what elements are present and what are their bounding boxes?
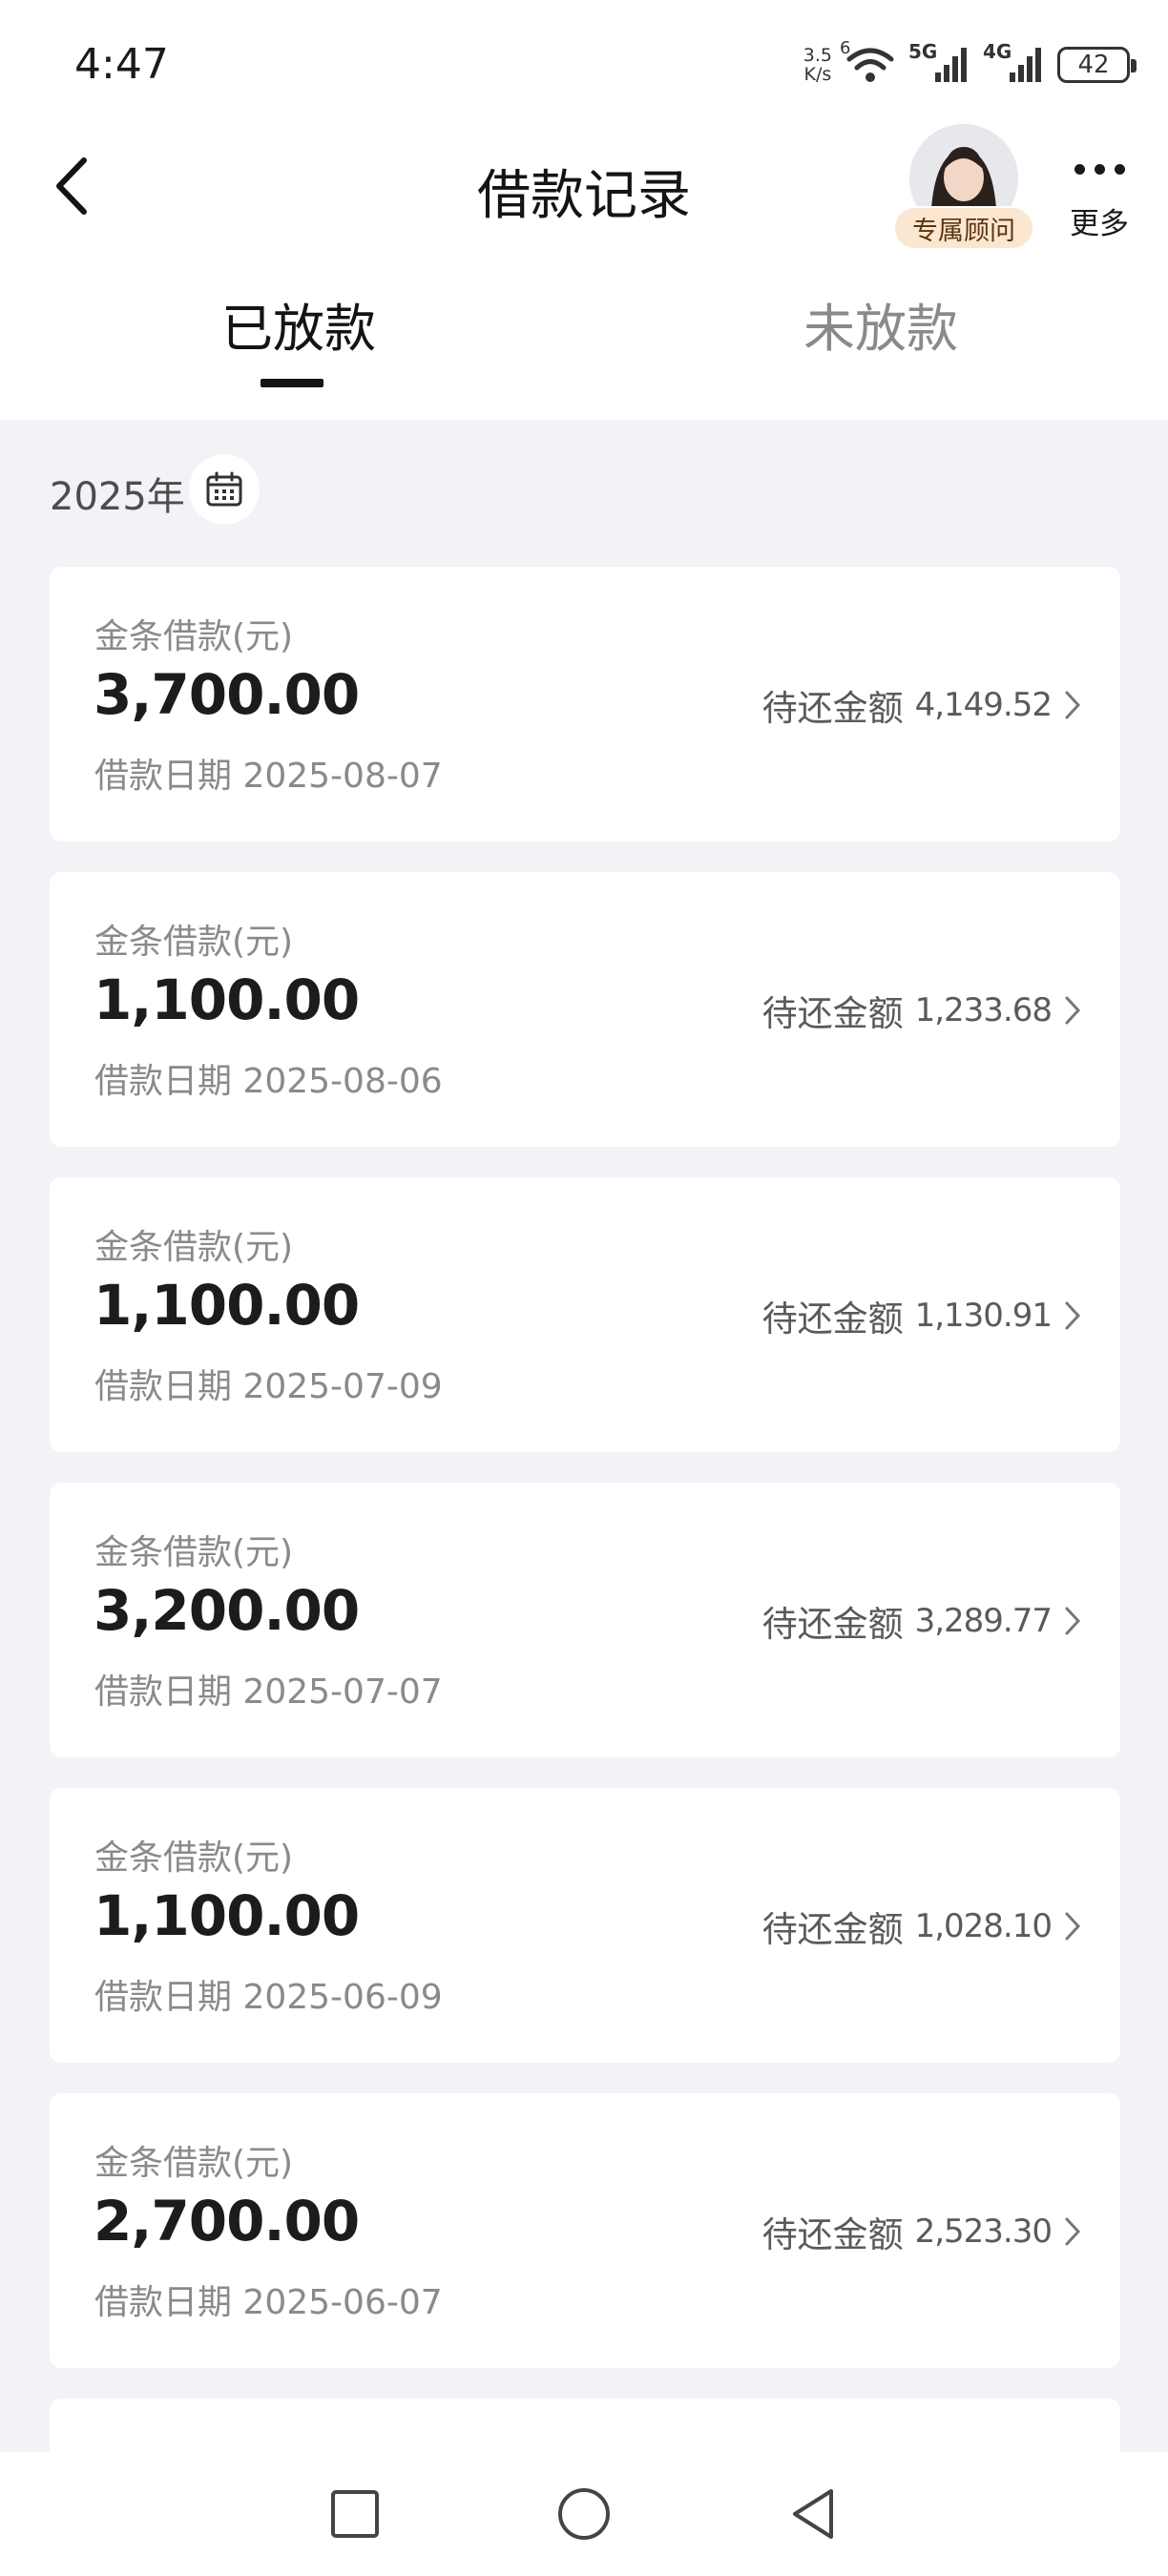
- network-speed-value: 3.5: [803, 45, 832, 66]
- remaining-amount: 待还金额 3,289.77: [762, 1595, 1082, 1647]
- triangle-back-icon: [793, 2489, 833, 2539]
- remaining-amount: 待还金额 2,523.30: [762, 2206, 1082, 2257]
- loan-type: 金条借款(元): [94, 617, 294, 656]
- remaining-label: 待还金额: [761, 1604, 904, 1645]
- network-speed-unit: K/s: [803, 64, 832, 85]
- remaining-label: 待还金额: [761, 1298, 904, 1340]
- more-label: 更多: [1070, 207, 1129, 241]
- remaining-amount: 待还金额 1,028.10: [762, 1901, 1082, 1952]
- remaining-label: 待还金额: [761, 993, 904, 1034]
- loan-card[interactable]: 金条借款(元) 3,700.00 借款日期 2025-08-07 待还金额 4,…: [50, 567, 1120, 841]
- more-dots-icon: [1061, 164, 1137, 175]
- tab-pending[interactable]: 未放款: [803, 286, 958, 362]
- loan-amount: 1,100.00: [94, 1883, 360, 1948]
- advisor-badge: 专属顾问: [893, 206, 1034, 250]
- loan-type: 金条借款(元): [94, 923, 294, 962]
- loan-amount: 3,700.00: [94, 662, 360, 727]
- chevron-right-icon: [1065, 996, 1081, 1025]
- wifi-icon: 6: [840, 38, 895, 86]
- remaining-value: 4,149.52: [914, 686, 1053, 724]
- remaining-label: 待还金额: [761, 2214, 904, 2255]
- remaining-value: 1,233.68: [914, 991, 1053, 1029]
- loan-card[interactable]: 金条借款(元) 3,200.00 借款日期 2025-07-07 待还金额 3,…: [50, 1483, 1120, 1757]
- active-tab-indicator: [261, 379, 323, 387]
- home-button[interactable]: [551, 2481, 617, 2547]
- remaining-amount: 待还金额 1,130.91: [762, 1290, 1082, 1341]
- remaining-value: 3,289.77: [914, 1602, 1053, 1640]
- remaining-value: 2,523.30: [914, 2212, 1053, 2251]
- year-label[interactable]: 2025年: [50, 466, 185, 521]
- loan-amount: 1,100.00: [94, 967, 360, 1032]
- loan-type: 金条借款(元): [94, 1533, 294, 1572]
- system-nav-bar: [0, 2452, 1168, 2576]
- loan-amount: 1,100.00: [94, 1273, 360, 1338]
- tab-disbursed[interactable]: 已放款: [221, 286, 376, 362]
- loan-amount: 2,700.00: [94, 2189, 360, 2254]
- loan-card[interactable]: 金条借款(元) 1,100.00 借款日期 2025-06-09 待还金额 1,…: [50, 1788, 1120, 2063]
- loan-type: 金条借款(元): [94, 2144, 294, 2183]
- loan-date: 借款日期 2025-08-06: [94, 1062, 443, 1101]
- battery-level: 42: [1077, 51, 1110, 79]
- loan-card[interactable]: 金条借款(元) 2,700.00 借款日期 2025-06-07 待还金额 2,…: [50, 2093, 1120, 2368]
- remaining-amount: 待还金额 4,149.52: [762, 679, 1082, 731]
- back-button[interactable]: [48, 153, 105, 219]
- status-time: 4:47: [74, 40, 169, 89]
- more-button[interactable]: 更多: [1061, 153, 1137, 248]
- chevron-right-icon: [1065, 691, 1081, 719]
- remaining-label: 待还金额: [761, 1909, 904, 1950]
- wifi-label: 6: [840, 38, 851, 58]
- calendar-icon: [206, 471, 242, 507]
- chevron-right-icon: [1065, 1607, 1081, 1635]
- loan-date: 借款日期 2025-06-07: [94, 2283, 443, 2322]
- loan-card[interactable]: 金条借款(元) 1,100.00 借款日期 2025-07-09 待还金额 1,…: [50, 1177, 1120, 1452]
- loan-list: 金条借款(元) 3,700.00 借款日期 2025-08-07 待还金额 4,…: [50, 567, 1120, 2399]
- remaining-value: 1,130.91: [914, 1297, 1053, 1335]
- circle-icon: [558, 2488, 610, 2540]
- loan-amount: 3,200.00: [94, 1578, 360, 1643]
- loan-date: 借款日期 2025-07-09: [94, 1367, 443, 1406]
- recent-apps-button[interactable]: [322, 2481, 388, 2547]
- loan-date: 借款日期 2025-06-09: [94, 1978, 443, 2017]
- loan-date: 借款日期 2025-08-07: [94, 757, 443, 796]
- remaining-amount: 待还金额 1,233.68: [762, 985, 1082, 1036]
- remaining-value: 1,028.10: [914, 1907, 1053, 1945]
- loan-card[interactable]: 金条借款(元) 1,100.00 借款日期 2025-08-06 待还金额 1,…: [50, 872, 1120, 1147]
- loan-type: 金条借款(元): [94, 1839, 294, 1878]
- signal-5g-icon: 5G: [908, 40, 970, 86]
- nav-back-button[interactable]: [780, 2481, 846, 2547]
- chevron-left-icon: [56, 157, 87, 215]
- square-icon: [331, 2490, 379, 2538]
- battery-icon: 42: [1057, 47, 1137, 83]
- status-icons: 3.5 K/s 6 5G 4G 42: [803, 36, 1137, 93]
- chevron-right-icon: [1065, 1301, 1081, 1330]
- chevron-right-icon: [1065, 2217, 1081, 2246]
- loan-type: 金条借款(元): [94, 1228, 294, 1267]
- chevron-right-icon: [1065, 1912, 1081, 1941]
- signal-4g-icon: 4G: [983, 40, 1044, 86]
- calendar-button[interactable]: [189, 454, 260, 525]
- remaining-label: 待还金额: [761, 688, 904, 729]
- loan-date: 借款日期 2025-07-07: [94, 1672, 443, 1712]
- advisor-button[interactable]: 专属顾问: [893, 124, 1034, 258]
- top-section: 4:47 3.5 K/s 6 5G 4G 42 借款记录 专属顾问 更多 已放款…: [0, 0, 1168, 420]
- network-speed: 3.5 K/s: [803, 46, 832, 84]
